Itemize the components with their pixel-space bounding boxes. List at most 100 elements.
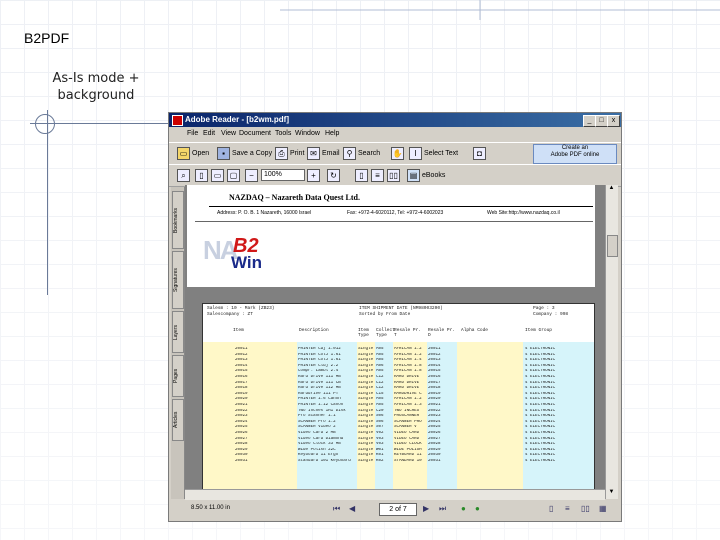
report-salescompany: Salescompany : ZT: [207, 312, 253, 317]
company-website: Web Site:http://www.nazdaq.co.il: [487, 210, 560, 216]
table-cell: 20031: [428, 458, 441, 463]
slide-subtitle-line-1: As-Is mode +: [52, 71, 140, 86]
single-page-view-icon[interactable]: ▯: [549, 504, 553, 513]
window-titlebar: Adobe Reader - [b2wm.pdf] _ □ x: [169, 113, 621, 127]
scroll-thumb[interactable]: [607, 235, 618, 257]
vertical-scrollbar[interactable]: ▲ ▼: [605, 185, 618, 499]
column-header-resale-t: Resale Pr. T: [394, 328, 422, 338]
go-forward-icon[interactable]: ●: [475, 504, 480, 513]
actual-size-button[interactable]: ▢: [227, 168, 240, 182]
ebooks-button[interactable]: ▤ eBooks: [407, 168, 445, 182]
facing-view-icon[interactable]: ▯▯: [581, 504, 590, 513]
print-icon: ⎙: [275, 146, 288, 160]
email-icon: ✉: [307, 146, 320, 160]
page-number-field[interactable]: 2 of 7: [379, 503, 417, 516]
menu-file[interactable]: File: [187, 130, 198, 137]
email-button[interactable]: ✉ Email: [307, 146, 340, 160]
go-back-icon[interactable]: ●: [461, 504, 466, 513]
folder-icon: ▭: [177, 146, 190, 160]
continuous-icon: ≡: [371, 168, 384, 182]
slide-title: B2PDF: [24, 30, 70, 46]
single-page-button[interactable]: ▯: [355, 168, 368, 182]
menu-edit[interactable]: Edit: [203, 130, 215, 137]
table-cell: Single: [358, 347, 374, 351]
document-view[interactable]: NAZDAQ – Nazareth Data Quest Ltd. Addres…: [185, 185, 605, 499]
table-cell: Single: [358, 430, 374, 435]
report-title: ITEM SHIPMENT DATE (NM98003200): [359, 306, 443, 311]
scroll-up-arrow-icon[interactable]: ▲: [607, 185, 616, 193]
menu-help[interactable]: Help: [325, 130, 339, 137]
menu-tools[interactable]: Tools: [275, 130, 291, 137]
pdf-page-report: Salesm : 10 - Mark (ZB23) Salescompany :…: [202, 303, 595, 499]
menu-view[interactable]: View: [221, 130, 236, 137]
menu-window[interactable]: Window: [295, 130, 320, 137]
horizontal-scrollbar[interactable]: [185, 489, 605, 500]
tab-layers[interactable]: Layers: [172, 311, 184, 353]
close-button[interactable]: x: [607, 115, 620, 127]
camera-icon: ◘: [473, 146, 486, 160]
zoom-in-button[interactable]: +: [307, 168, 320, 182]
table-cell: Single: [358, 458, 374, 463]
previous-page-icon[interactable]: ◀: [349, 504, 355, 513]
actual-size-icon: ▢: [227, 168, 240, 182]
header-rule-2: [195, 221, 593, 222]
search-button[interactable]: ⚲ Search: [343, 146, 380, 160]
next-page-icon[interactable]: ▶: [423, 504, 429, 513]
zoom-out-button[interactable]: −: [245, 168, 258, 182]
table-cell: 20031: [235, 458, 248, 463]
menu-bar: File Edit View Document Tools Window Hel…: [169, 128, 621, 140]
text-select-icon: I: [409, 146, 422, 160]
pdf-page-header: NAZDAQ – Nazareth Data Quest Ltd. Addres…: [187, 185, 595, 287]
rotate-button[interactable]: ↻: [327, 168, 340, 182]
menu-document[interactable]: Document: [239, 130, 271, 137]
zoom-field[interactable]: 100%: [261, 168, 305, 182]
column-header-description: Description: [299, 328, 329, 333]
tab-signatures[interactable]: Signatures: [172, 251, 184, 309]
tab-pages[interactable]: Pages: [172, 355, 184, 397]
save-copy-label: Save a Copy: [232, 149, 273, 157]
last-page-icon[interactable]: ⏭: [439, 504, 446, 514]
continuous-view-icon[interactable]: ≡: [565, 504, 570, 513]
search-label: Search: [358, 149, 381, 157]
print-button[interactable]: ⎙ Print: [275, 146, 304, 160]
column-header-type: Item Type: [358, 328, 369, 338]
facing-pages-icon: ▯▯: [387, 168, 400, 182]
tab-articles[interactable]: Articles: [172, 399, 184, 441]
slide-subtitle-line-2: background: [57, 88, 135, 103]
report-column-6: [461, 347, 521, 464]
zoom-tool-button[interactable]: ⌕: [177, 168, 190, 182]
open-button[interactable]: ▭ Open: [177, 146, 209, 160]
continuous-facing-view-icon[interactable]: ▦: [599, 504, 607, 513]
column-header-item: Item: [233, 328, 244, 333]
ebook-icon: ▤: [407, 168, 420, 182]
continuous-button[interactable]: ≡: [371, 168, 384, 182]
rotate-icon: ↻: [327, 168, 340, 182]
hand-tool-button[interactable]: ✋: [391, 146, 404, 160]
report-column-7: 4 ELECTRONIC 4 ELECTRONIC 4 ELECTRONIC 4 EL…: [525, 347, 593, 464]
tab-bookmarks[interactable]: Bookmarks: [172, 191, 184, 249]
zoom-value[interactable]: 100%: [261, 169, 305, 181]
report-column-3: A05 A05 A05 A06 A05 C12 C12 C12 C15 A05 A05 C20 S06 S…: [376, 347, 393, 464]
save-copy-button[interactable]: ▪ Save a Copy: [217, 146, 272, 160]
table-cell: 4 ELECTRONIC: [525, 458, 556, 463]
report-page: Page : 3: [533, 306, 555, 311]
select-text-button[interactable]: I Select Text: [409, 146, 458, 160]
scroll-down-arrow-icon[interactable]: ▼: [607, 489, 616, 497]
adobe-button-line-1: Create an: [561, 145, 589, 151]
first-page-icon[interactable]: ⏮: [333, 504, 340, 514]
column-header-collect: Collect Type: [376, 328, 395, 338]
facing-button[interactable]: ▯▯: [387, 168, 400, 182]
status-bar: 8.50 x 11.00 in ⏮ ◀ 2 of 7 ▶ ⏭ ● ● ▯ ≡ ▯…: [169, 500, 621, 520]
table-cell: STANDARD 10: [394, 458, 422, 463]
print-label: Print: [290, 149, 305, 157]
zoom-icon: ⌕: [177, 168, 190, 182]
logo-win: Win: [231, 253, 263, 272]
fit-width-button[interactable]: ▭: [211, 168, 224, 182]
snapshot-button[interactable]: ◘: [473, 146, 486, 160]
company-fax-tel: Fax: +972-4-6020112, Tel: +972-4-6002023: [347, 210, 444, 216]
decoration-circle: [35, 114, 55, 134]
create-adobe-pdf-online-button[interactable]: Create an Adobe PDF online: [533, 144, 617, 164]
toolbar-view: ⌕ ▯ ▭ ▢ − 100% + ↻ ▯ ≡ ▯▯ ▤ eBooks: [169, 164, 621, 187]
table-cell: Single: [358, 414, 374, 419]
fit-page-button[interactable]: ▯: [195, 168, 208, 182]
